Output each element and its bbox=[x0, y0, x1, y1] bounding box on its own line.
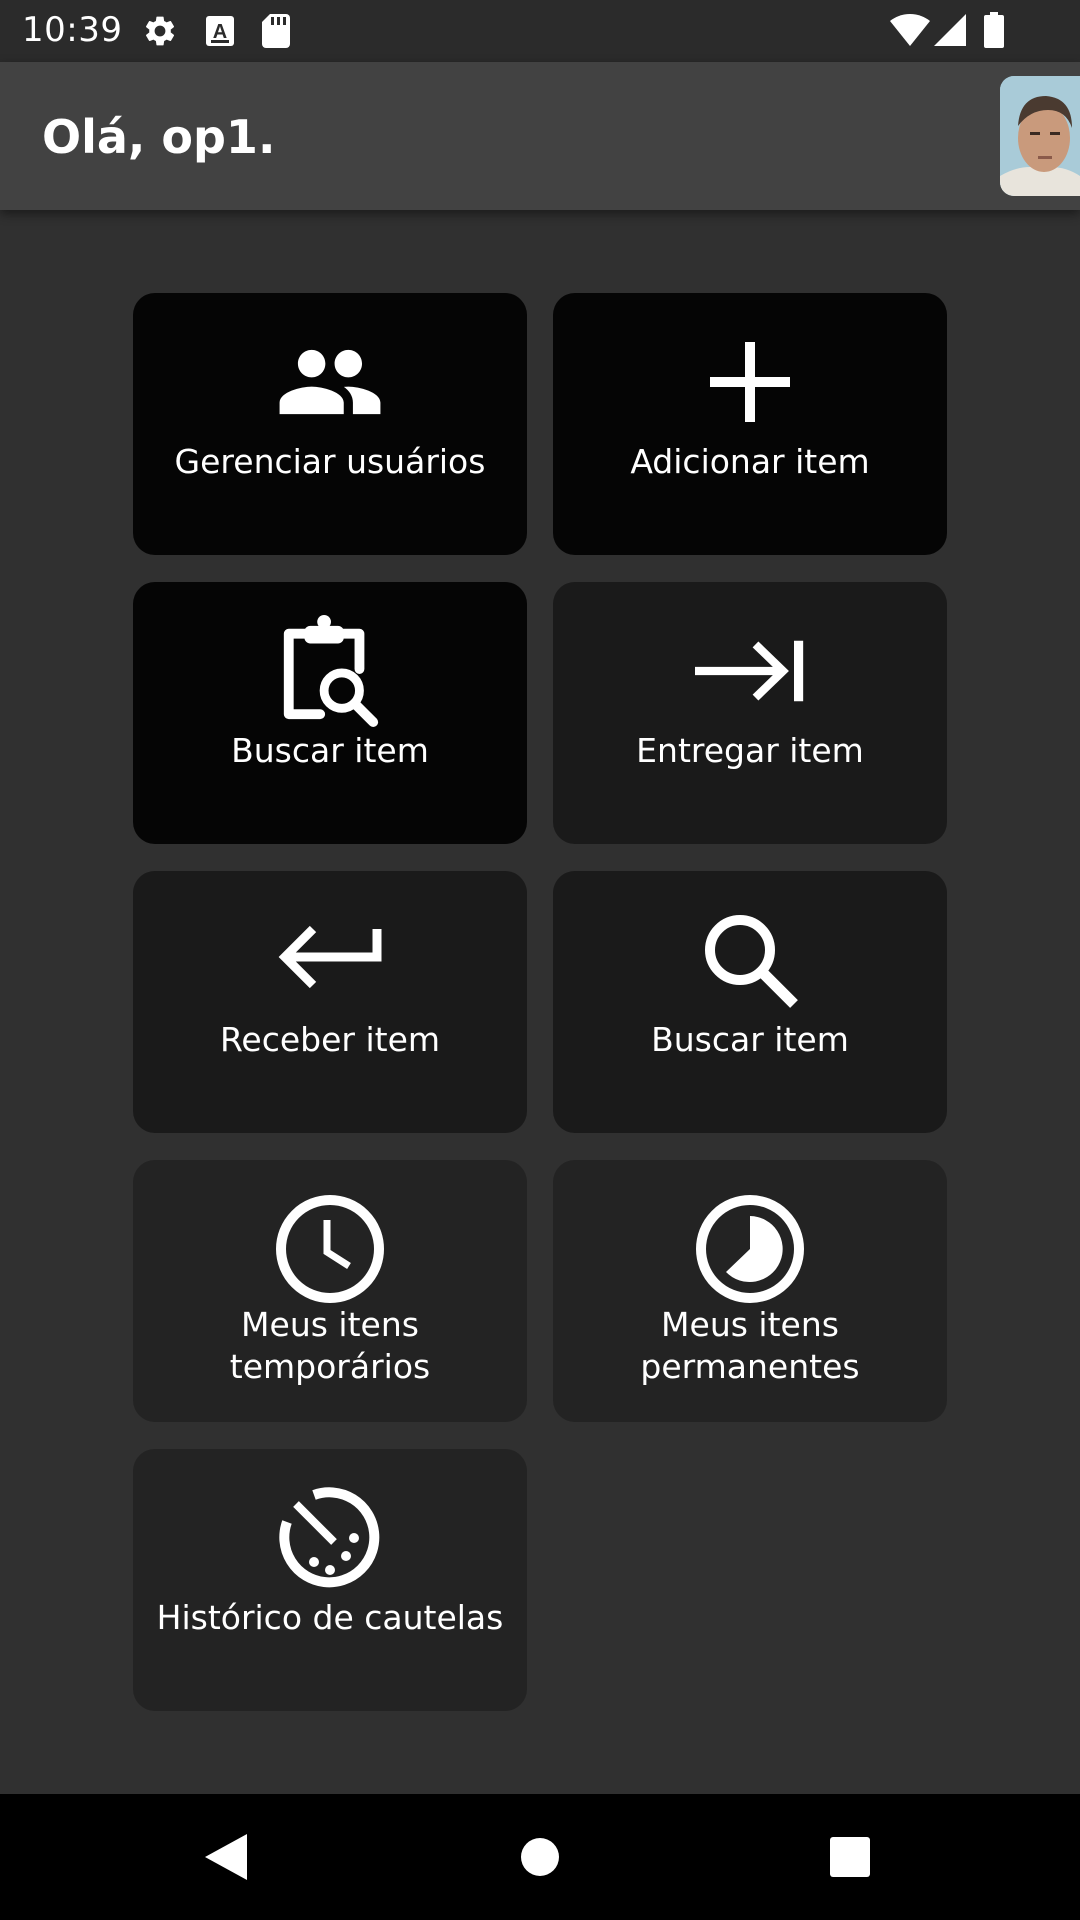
tile-label: Gerenciar usuários bbox=[174, 442, 486, 481]
tile-label-line1: Meus itens bbox=[241, 1305, 419, 1344]
receive-item-button[interactable]: Receber item bbox=[133, 871, 527, 1133]
system-nav-bar bbox=[0, 1794, 1080, 1920]
clock-icon bbox=[275, 1194, 385, 1304]
my-permanent-items-button[interactable]: Meus itens permanentes bbox=[553, 1160, 947, 1422]
status-bar: 10:39 A bbox=[0, 0, 1080, 62]
tile-label-line2: permanentes bbox=[640, 1347, 860, 1386]
back-icon bbox=[205, 1834, 247, 1880]
battery-icon bbox=[984, 12, 1004, 48]
clipboard-search-icon bbox=[275, 615, 385, 727]
manage-users-button[interactable]: Gerenciar usuários bbox=[133, 293, 527, 555]
home-icon bbox=[521, 1838, 559, 1876]
wifi-icon bbox=[890, 14, 930, 46]
loan-history-button[interactable]: Histórico de cautelas bbox=[133, 1449, 527, 1711]
search-item-button[interactable]: Buscar item bbox=[133, 582, 527, 844]
tile-label: Adicionar item bbox=[630, 442, 870, 481]
recents-button[interactable] bbox=[780, 1794, 920, 1920]
tile-label-line2: temporários bbox=[229, 1347, 431, 1386]
tile-label: Histórico de cautelas bbox=[156, 1598, 504, 1637]
svg-text:A: A bbox=[213, 21, 227, 43]
sd-card-icon bbox=[262, 14, 290, 48]
search-icon bbox=[695, 905, 805, 1015]
user-photo-icon bbox=[1000, 76, 1080, 196]
tile-label: Buscar item bbox=[651, 1020, 849, 1059]
font-icon: A bbox=[206, 16, 234, 46]
app-bar: Olá, op1. bbox=[0, 62, 1080, 210]
tile-label: Receber item bbox=[219, 1020, 441, 1059]
avatar[interactable] bbox=[1000, 76, 1080, 196]
tile-label-line1: Meus itens bbox=[661, 1305, 839, 1344]
my-temporary-items-button[interactable]: Meus itens temporários bbox=[133, 1160, 527, 1422]
plus-icon bbox=[695, 327, 805, 437]
people-icon bbox=[275, 327, 385, 437]
gear-icon bbox=[146, 16, 175, 46]
arrow-right-bar-icon bbox=[695, 616, 805, 726]
return-arrow-icon bbox=[275, 905, 385, 1015]
back-button[interactable] bbox=[156, 1794, 296, 1920]
tile-label: Buscar item bbox=[231, 731, 429, 770]
signal-icon bbox=[934, 14, 966, 46]
add-item-button[interactable]: Adicionar item bbox=[553, 293, 947, 555]
recents-icon bbox=[830, 1837, 870, 1877]
greeting-title: Olá, op1. bbox=[42, 110, 276, 164]
home-button[interactable] bbox=[470, 1794, 610, 1920]
tile-label: Entregar item bbox=[636, 731, 864, 770]
deliver-item-button[interactable]: Entregar item bbox=[553, 582, 947, 844]
pie-clock-icon bbox=[695, 1194, 805, 1304]
status-time: 10:39 bbox=[22, 10, 123, 50]
timer-off-icon bbox=[275, 1483, 385, 1593]
search-button[interactable]: Buscar item bbox=[553, 871, 947, 1133]
